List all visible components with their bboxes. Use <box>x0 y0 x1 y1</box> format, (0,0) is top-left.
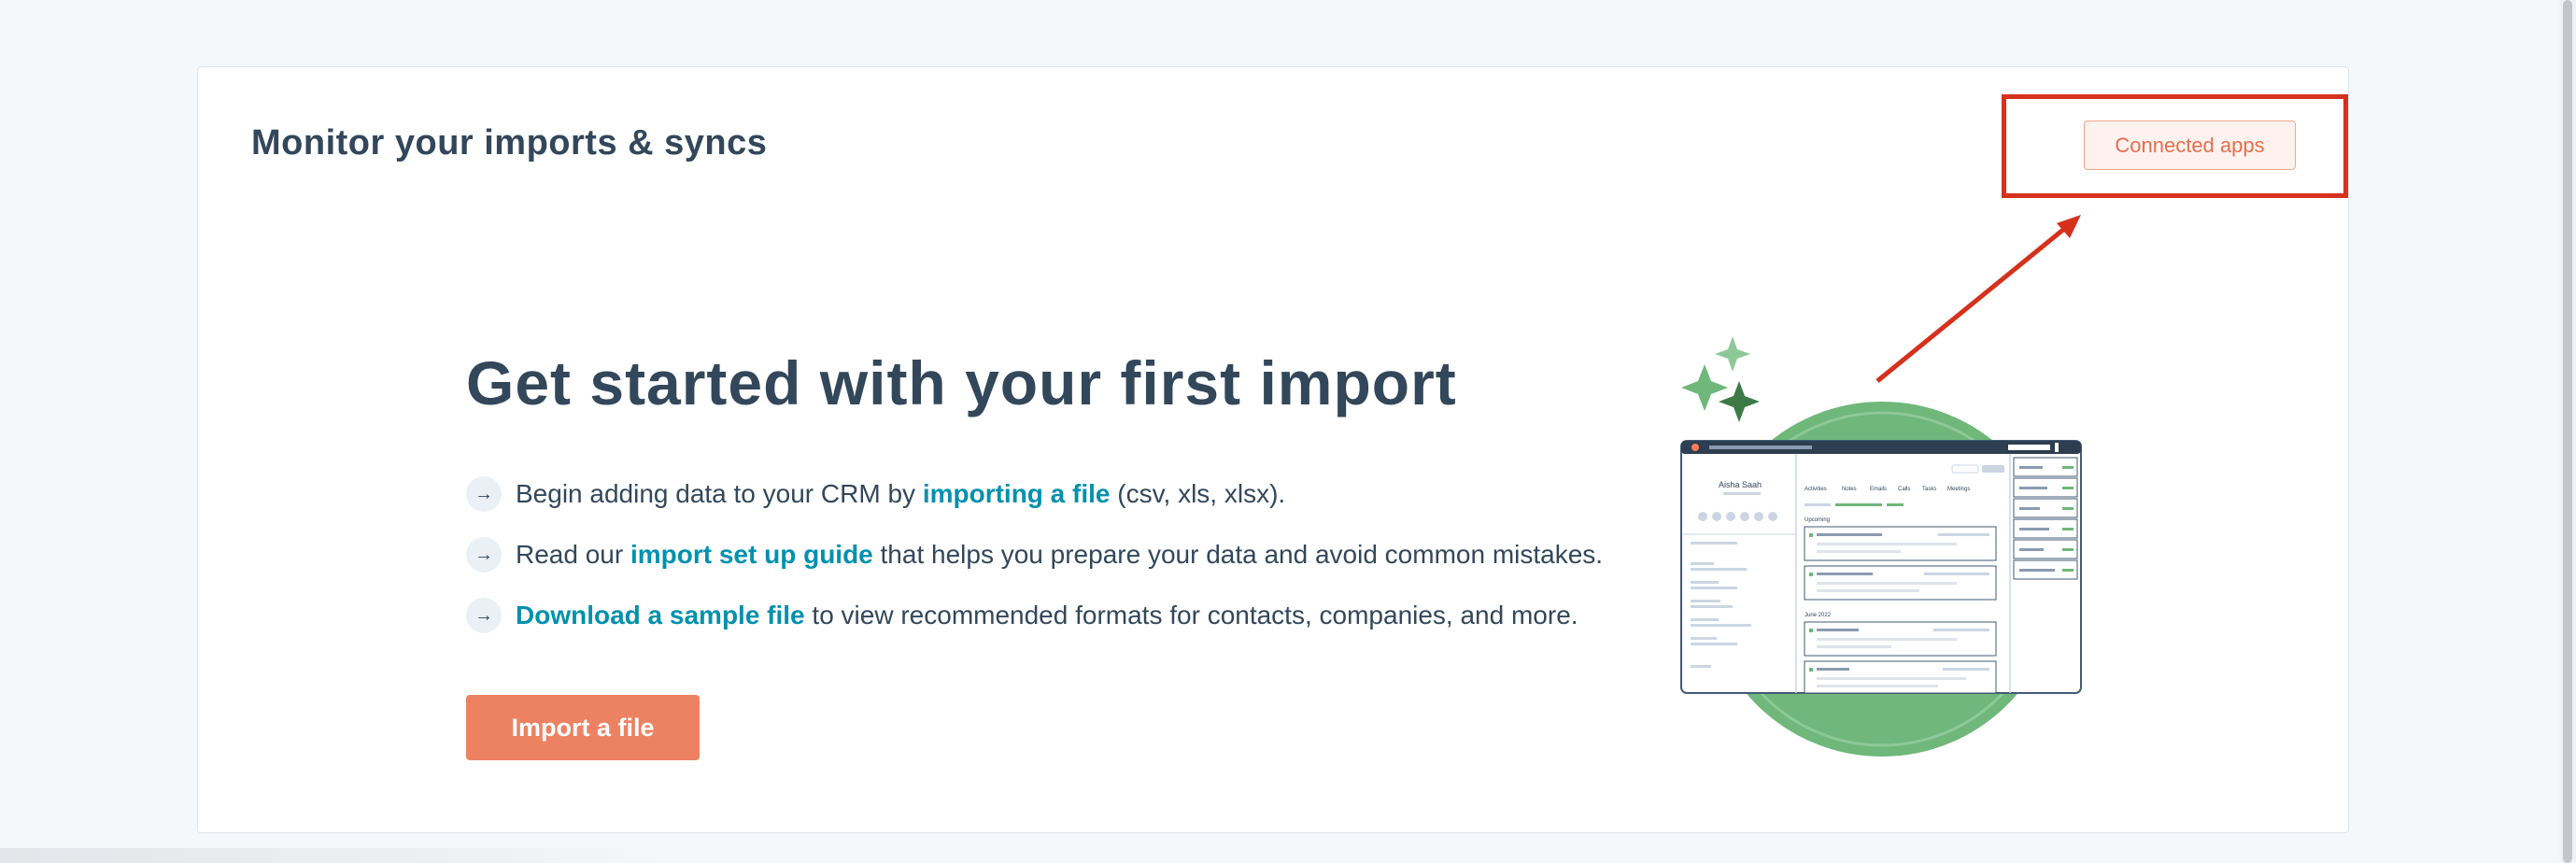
svg-text:Notes: Notes <box>1842 487 1857 492</box>
import-a-file-button[interactable]: Import a file <box>466 695 700 760</box>
svg-text:Meetings: Meetings <box>1947 487 1970 492</box>
bullet-text: Begin adding data to your CRM by importi… <box>516 479 1286 508</box>
horizontal-scroll-shadow <box>0 848 672 863</box>
list-item: → Read our import set up guide that help… <box>466 536 1603 573</box>
crm-record-illustration: Aisha Saah Activities Notes Emails Calls Ta… <box>1680 336 2082 757</box>
mock-window: Aisha Saah Activities Notes Emails Calls Ta… <box>1680 440 2082 694</box>
download-sample-file-link[interactable]: Download a sample file <box>516 601 805 630</box>
bullet-text: Read our import set up guide that helps … <box>516 540 1604 569</box>
arrow-right-icon: → <box>466 598 502 633</box>
import-setup-guide-link[interactable]: import set up guide <box>630 540 873 569</box>
sparkle-icon <box>1681 364 1728 411</box>
annotation-arrow <box>1875 215 2081 383</box>
svg-text:Emails: Emails <box>1870 487 1887 492</box>
arrow-right-icon: → <box>466 537 502 573</box>
highlight-annotation-box <box>2002 94 2348 198</box>
list-item: → Begin adding data to your CRM by impor… <box>466 475 1603 513</box>
list-item: → Download a sample file to view recomme… <box>466 597 1603 634</box>
bullet-text: Download a sample file to view recommend… <box>516 601 1578 630</box>
svg-text:June 2022: June 2022 <box>1805 613 1832 618</box>
svg-text:Calls: Calls <box>1898 487 1910 492</box>
hero-title: Get started with your first import <box>466 348 1457 417</box>
page-title: Monitor your imports & syncs <box>251 123 768 163</box>
bullet-list: → Begin adding data to your CRM by impor… <box>466 475 1603 658</box>
mock-contact-name: Aisha Saah <box>1719 480 1762 489</box>
importing-a-file-link[interactable]: importing a file <box>923 479 1111 508</box>
svg-text:Activities: Activities <box>1805 487 1827 492</box>
scrollbar-thumb[interactable] <box>2563 0 2572 863</box>
svg-text:Upcoming: Upcoming <box>1805 517 1830 523</box>
sparkle-icon <box>1715 336 1750 372</box>
svg-text:Tasks: Tasks <box>1922 487 1936 492</box>
arrow-right-icon: → <box>466 476 502 512</box>
